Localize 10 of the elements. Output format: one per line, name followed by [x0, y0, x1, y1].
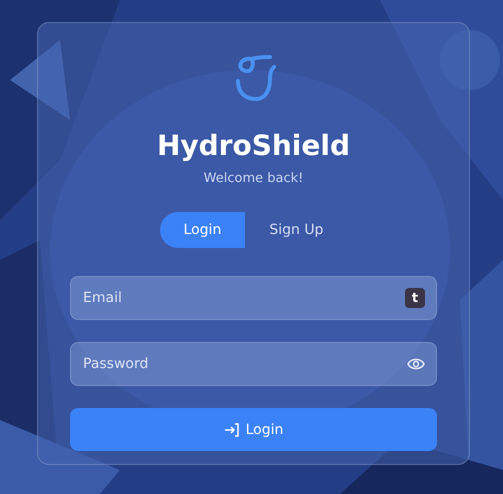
- extension-badge[interactable]: t: [405, 288, 425, 308]
- tab[interactable]: Sign Up: [245, 212, 348, 248]
- password-field[interactable]: Password: [70, 342, 437, 386]
- welcome-text: Welcome back!: [204, 171, 304, 186]
- tab[interactable]: Login: [160, 212, 246, 248]
- app-title: HydroShield: [156, 129, 350, 163]
- eye-icon[interactable]: [407, 357, 425, 371]
- email-field[interactable]: Email t: [70, 276, 437, 320]
- login-button[interactable]: Login: [70, 408, 437, 451]
- login-icon: [224, 422, 240, 438]
